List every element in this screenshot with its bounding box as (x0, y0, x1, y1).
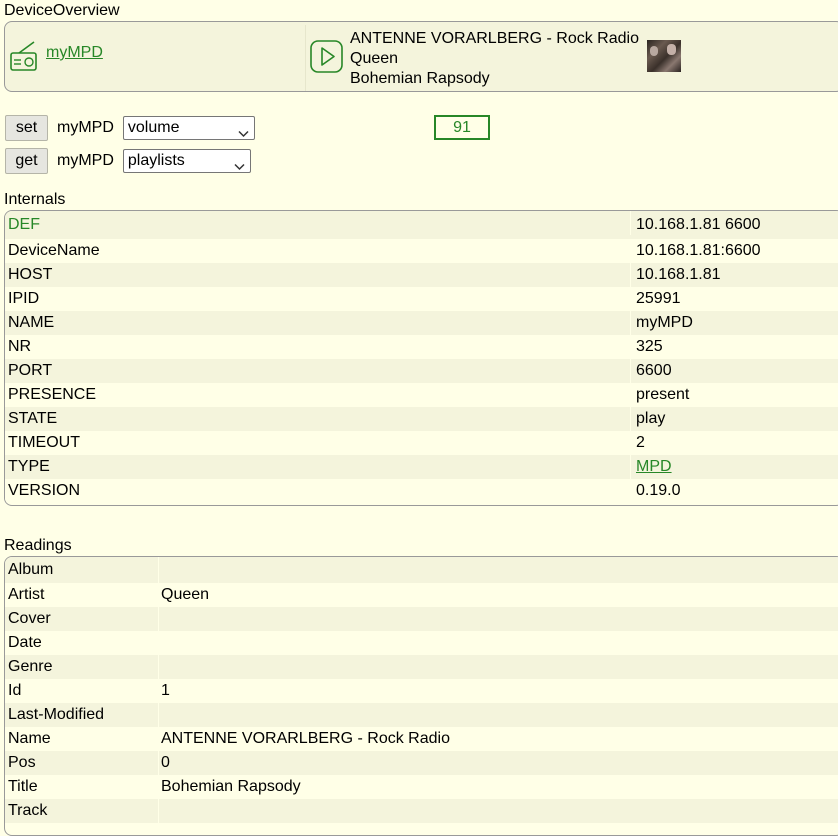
table-row: Album (5, 557, 838, 583)
reading-value: Bohemian Rapsody (161, 778, 301, 795)
table-row: NAME myMPD (5, 311, 838, 335)
now-playing-station: ANTENNE VORARLBERG - Rock Radio (350, 30, 639, 47)
internal-value: 10.168.1.81:6600 (636, 242, 761, 259)
chevron-down-icon (238, 123, 249, 145)
internal-key: TIMEOUT (8, 434, 80, 451)
reading-key: Title (8, 778, 38, 795)
table-row: HOST 10.168.1.81 (5, 263, 838, 287)
table-row: Last-Modified (5, 703, 838, 727)
device-link[interactable]: myMPD (9, 40, 103, 72)
reading-key: Name (8, 730, 51, 747)
internal-key: PORT (8, 362, 53, 379)
reading-value: Queen (161, 586, 210, 603)
table-row: Title Bohemian Rapsody (5, 775, 838, 799)
table-row: Date (5, 631, 838, 655)
get-device-label: myMPD (57, 152, 114, 169)
now-playing-title: Bohemian Rapsody (350, 70, 490, 87)
set-button[interactable]: set (5, 115, 48, 141)
table-row: NR 325 (5, 335, 838, 359)
get-command-value: playlists (127, 152, 185, 169)
reading-key: Cover (8, 610, 51, 627)
volume-value-box[interactable]: 91 (434, 115, 490, 140)
radio-icon[interactable] (9, 40, 39, 72)
reading-key: Genre (8, 658, 53, 675)
table-row: Pos 0 (5, 751, 838, 775)
overview-divider (305, 25, 306, 91)
internal-value: myMPD (636, 314, 693, 331)
internal-key: IPID (8, 290, 40, 307)
internal-key: VERSION (8, 482, 81, 499)
internal-key: NR (8, 338, 32, 355)
play-icon[interactable] (310, 40, 344, 74)
album-cover-image (647, 40, 681, 72)
table-row: PORT 6600 (5, 359, 838, 383)
internal-value: 25991 (636, 290, 681, 307)
table-row: DEF 10.168.1.81 6600 (5, 211, 838, 239)
internal-key: PRESENCE (8, 386, 97, 403)
internals-table: DEF 10.168.1.81 6600 DeviceName 10.168.1… (4, 210, 838, 506)
table-row: Track (5, 799, 838, 823)
internal-key: DEF (8, 216, 40, 233)
table-row: Name ANTENNE VORARLBERG - Rock Radio (5, 727, 838, 751)
get-button[interactable]: get (5, 148, 48, 174)
internal-value: 325 (636, 338, 663, 355)
table-row: TIMEOUT 2 (5, 431, 838, 455)
chevron-down-icon (234, 156, 245, 178)
internal-value: present (636, 386, 690, 403)
device-overview-title: DeviceOverview (4, 2, 120, 19)
table-row: TYPE MPD (5, 455, 838, 479)
internal-key: TYPE (8, 458, 50, 475)
device-name-link[interactable]: myMPD (46, 44, 103, 62)
get-command-select[interactable]: playlists (122, 149, 251, 173)
internal-value: 2 (636, 434, 645, 451)
set-command-row: set myMPD volume (5, 115, 255, 141)
reading-key: Last-Modified (8, 706, 105, 723)
internal-value: 6600 (636, 362, 672, 379)
set-device-label: myMPD (57, 119, 114, 136)
table-row: Id 1 (5, 679, 838, 703)
table-row: DeviceName 10.168.1.81:6600 (5, 239, 838, 263)
internal-key: STATE (8, 410, 58, 427)
set-command-select[interactable]: volume (122, 116, 255, 140)
now-playing-info: ANTENNE VORARLBERG - Rock Radio Queen Bo… (350, 29, 639, 89)
internal-key: DeviceName (8, 242, 100, 259)
set-command-value: volume (127, 119, 180, 136)
table-row: IPID 25991 (5, 287, 838, 311)
internal-value: play (636, 410, 666, 427)
internal-value: 10.168.1.81 (636, 266, 721, 283)
table-row: Cover (5, 607, 838, 631)
now-playing-artist: Queen (350, 50, 399, 67)
table-row: STATE play (5, 407, 838, 431)
internal-value: 0.19.0 (636, 482, 681, 499)
readings-title: Readings (4, 537, 72, 554)
device-overview-panel: myMPD ANTENNE VORARLBERG - Rock Radio Qu… (4, 21, 838, 92)
reading-key: Album (8, 561, 54, 578)
reading-value: 0 (161, 754, 170, 771)
internal-key: NAME (8, 314, 55, 331)
internal-key: HOST (8, 266, 53, 283)
get-command-row: get myMPD playlists (5, 148, 251, 174)
table-row: VERSION 0.19.0 (5, 479, 838, 503)
reading-value: 1 (161, 682, 170, 699)
reading-key: Pos (8, 754, 36, 771)
internals-title: Internals (4, 191, 66, 208)
reading-key: Id (8, 682, 22, 699)
table-row: PRESENCE present (5, 383, 838, 407)
table-row: Genre (5, 655, 838, 679)
reading-key: Artist (8, 586, 45, 603)
type-link[interactable]: MPD (636, 455, 672, 479)
readings-table: Album Artist Queen Cover Date Genre Id 1… (4, 556, 838, 836)
reading-value: ANTENNE VORARLBERG - Rock Radio (161, 730, 450, 747)
reading-key: Date (8, 634, 42, 651)
internal-value: 10.168.1.81 6600 (636, 216, 761, 233)
table-row: Artist Queen (5, 583, 838, 607)
reading-key: Track (8, 802, 48, 819)
